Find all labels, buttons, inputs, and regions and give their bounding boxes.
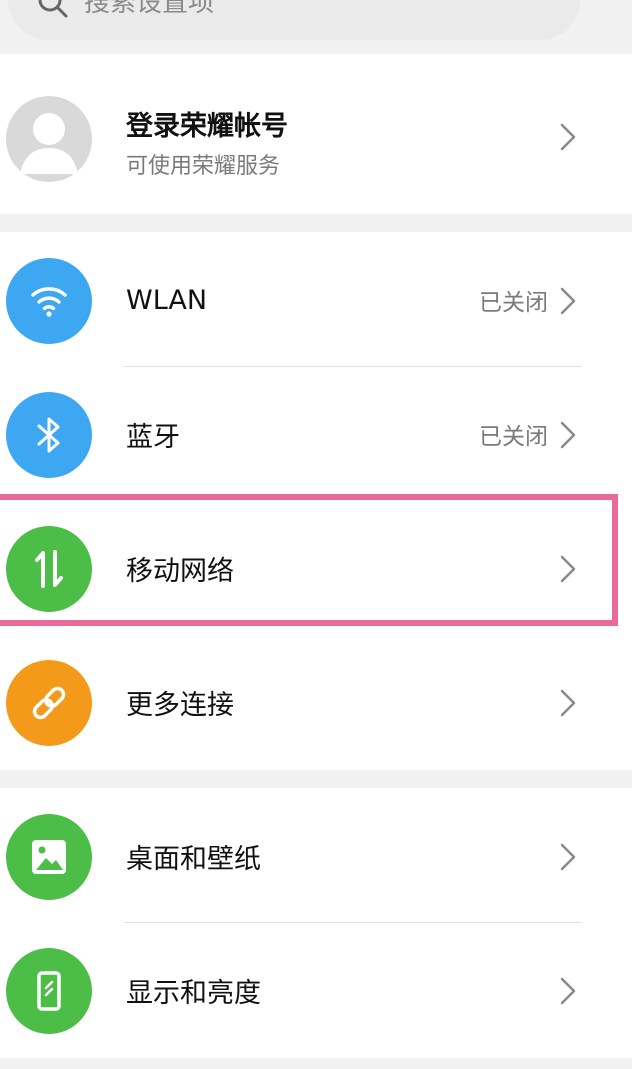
display-card: 桌面和壁纸 显示和亮度 xyxy=(0,788,632,1058)
chevron-right-icon xyxy=(560,843,576,871)
avatar-icon xyxy=(6,96,92,182)
more-connections-label: 更多连接 xyxy=(126,689,234,721)
phone-icon xyxy=(6,948,92,1034)
chevron-right-icon xyxy=(560,689,576,717)
wlan-status: 已关闭 xyxy=(479,290,548,316)
settings-item-brightness[interactable]: 显示和亮度 xyxy=(0,922,632,1058)
account-card[interactable]: 登录荣耀帐号 可使用荣耀服务 xyxy=(0,54,632,214)
chevron-right-icon xyxy=(560,287,576,315)
chevron-right-icon xyxy=(560,977,576,1005)
highlight-box xyxy=(0,494,618,626)
picture-icon xyxy=(6,814,92,900)
search-bar[interactable]: 搜索设置项 xyxy=(8,0,580,40)
settings-item-wallpaper[interactable]: 桌面和壁纸 xyxy=(0,788,632,924)
brightness-label: 显示和亮度 xyxy=(126,977,261,1009)
chevron-right-icon xyxy=(560,123,576,151)
search-icon xyxy=(38,0,68,18)
settings-item-more-connections[interactable]: 更多连接 xyxy=(0,634,632,770)
wlan-label: WLAN xyxy=(126,284,208,316)
account-title: 登录荣耀帐号 xyxy=(126,111,288,142)
bluetooth-status: 已关闭 xyxy=(479,424,548,450)
settings-item-bluetooth[interactable]: 蓝牙 已关闭 xyxy=(0,366,632,502)
settings-item-wlan[interactable]: WLAN 已关闭 xyxy=(0,232,632,368)
search-placeholder: 搜索设置项 xyxy=(84,0,215,18)
wallpaper-label: 桌面和壁纸 xyxy=(126,843,261,875)
chevron-right-icon xyxy=(560,421,576,449)
link-icon xyxy=(6,660,92,746)
wifi-icon xyxy=(6,258,92,344)
bluetooth-label: 蓝牙 xyxy=(126,421,180,453)
bluetooth-icon xyxy=(6,392,92,478)
account-subtitle: 可使用荣耀服务 xyxy=(126,154,281,179)
